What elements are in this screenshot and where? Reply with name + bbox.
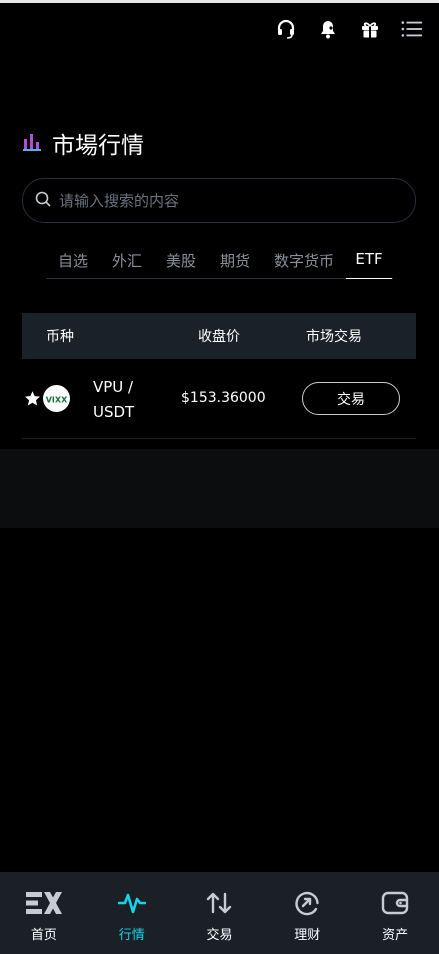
at-circle-icon — [294, 888, 320, 918]
column-header-close-price: 收盘价 — [198, 329, 240, 345]
swap-arrows-icon — [205, 888, 233, 918]
headset-icon[interactable] — [275, 18, 297, 40]
search-input[interactable] — [59, 191, 379, 210]
ex-logo-icon — [24, 888, 64, 918]
pair-quote: USDT — [93, 403, 135, 421]
trade-button[interactable]: 交易 — [302, 382, 400, 415]
pair-base: VPU / — [93, 378, 134, 396]
nav-label: 理财 — [294, 928, 321, 943]
page-title: 市場行情 — [52, 133, 144, 159]
nav-label: 交易 — [206, 928, 233, 943]
search-icon — [35, 191, 51, 211]
bell-icon[interactable] — [317, 18, 339, 40]
nav-finance[interactable]: 理财 — [263, 872, 351, 954]
svg-text:VIXX: VIXX — [46, 395, 68, 404]
close-price: $153.36000 — [181, 390, 266, 406]
tab-favorites[interactable]: 自选 — [46, 240, 100, 281]
nav-label: 行情 — [118, 928, 145, 943]
star-icon[interactable] — [24, 390, 41, 411]
table-row[interactable]: VIXX VPU / USDT $153.36000 交易 — [22, 359, 416, 439]
pair-name: VPU / USDT — [93, 375, 153, 425]
nav-home[interactable]: 首页 — [0, 872, 88, 954]
search-bar[interactable] — [22, 178, 416, 223]
wallet-icon — [381, 888, 409, 918]
nav-assets[interactable]: 资产 — [351, 872, 439, 954]
column-header-symbol: 币种 — [46, 329, 74, 345]
tab-futures[interactable]: 期货 — [208, 240, 262, 281]
bottom-navigation: 首页 行情 交易 理财 资产 — [0, 872, 439, 954]
tab-etf[interactable]: ETF — [346, 240, 392, 279]
coin-logo: VIXX — [43, 385, 70, 412]
tab-crypto[interactable]: 数字货币 — [262, 240, 346, 281]
top-border — [0, 0, 439, 3]
section-header: 市場行情 — [22, 126, 144, 160]
table-header: 币种 收盘价 市场交易 — [22, 313, 416, 359]
gift-icon[interactable] — [359, 18, 381, 40]
nav-label: 资产 — [382, 928, 409, 943]
nav-trade[interactable]: 交易 — [176, 872, 264, 954]
pulse-icon — [117, 888, 146, 918]
bar-chart-icon — [22, 131, 42, 155]
nav-market[interactable]: 行情 — [88, 872, 176, 954]
empty-band — [0, 449, 439, 528]
nav-label: 首页 — [30, 928, 57, 943]
tab-us-stocks[interactable]: 美股 — [154, 240, 208, 281]
tab-forex[interactable]: 外汇 — [100, 240, 154, 281]
column-header-trade: 市场交易 — [306, 329, 362, 345]
top-toolbar — [275, 14, 423, 44]
category-tabs: 自选 外汇 美股 期货 数字货币 ETF — [46, 240, 393, 279]
menu-icon[interactable] — [401, 18, 423, 40]
